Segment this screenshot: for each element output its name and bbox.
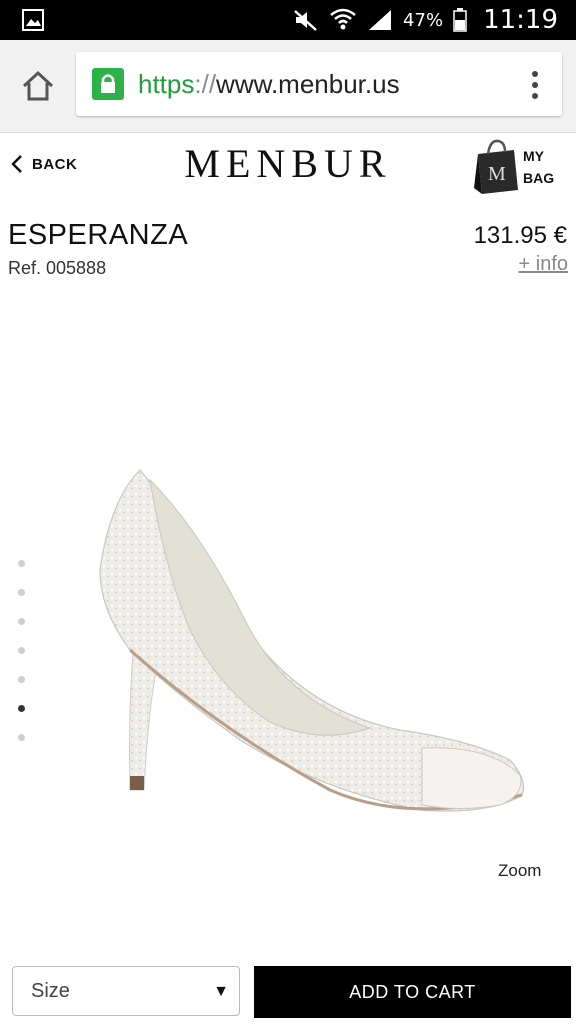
zoom-button[interactable]: Zoom [498,861,541,881]
more-info-link[interactable]: + info [519,253,568,276]
dropdown-arrow-icon: ▼ [213,983,229,1000]
my-bag-label[interactable]: MY BAG [523,145,563,189]
gallery-dot[interactable] [18,676,25,683]
overflow-menu-icon[interactable] [530,70,540,100]
url-scheme: https [138,69,195,99]
add-to-cart-button[interactable]: ADD TO CART [254,966,571,1018]
address-bar[interactable]: https://www.menbur.us [76,52,562,116]
gallery-icon [22,9,44,31]
gallery-dot[interactable] [18,734,25,741]
product-name: ESPERANZA [8,219,189,251]
gallery-dot[interactable] [18,618,25,625]
url-host: www.menbur.us [216,69,400,99]
home-icon[interactable] [20,68,56,104]
status-right: 47% 11:19 [293,0,558,40]
clock: 11:19 [483,5,558,35]
gallery-pagination [18,560,28,763]
url-separator: :// [194,69,217,99]
signal-icon [369,10,392,30]
lock-icon [92,68,124,100]
my-bag-line2: BAG [523,170,555,186]
shopping-bag-icon[interactable]: M [472,138,522,196]
svg-text:M: M [488,163,506,185]
size-select-value: Size [31,980,70,1002]
status-bar: 47% 11:19 [0,0,576,40]
wifi-icon [330,8,356,30]
gallery-dot[interactable] [18,589,25,596]
my-bag-line1: MY [523,148,544,164]
product-ref: Ref. 005888 [8,258,107,278]
gallery-dot[interactable] [18,560,25,567]
browser-toolbar: https://www.menbur.us [0,40,576,133]
mute-icon [294,10,317,31]
gallery-dot[interactable] [18,647,25,654]
size-select[interactable]: Size ▼ [12,966,240,1016]
battery-icon [453,8,467,32]
url-text: https://www.menbur.us [138,69,400,100]
product-price: 131.95 € [473,222,567,249]
battery-percent: 47% [403,9,444,31]
product-image[interactable] [70,460,540,840]
gallery-dot-active[interactable] [18,705,25,712]
